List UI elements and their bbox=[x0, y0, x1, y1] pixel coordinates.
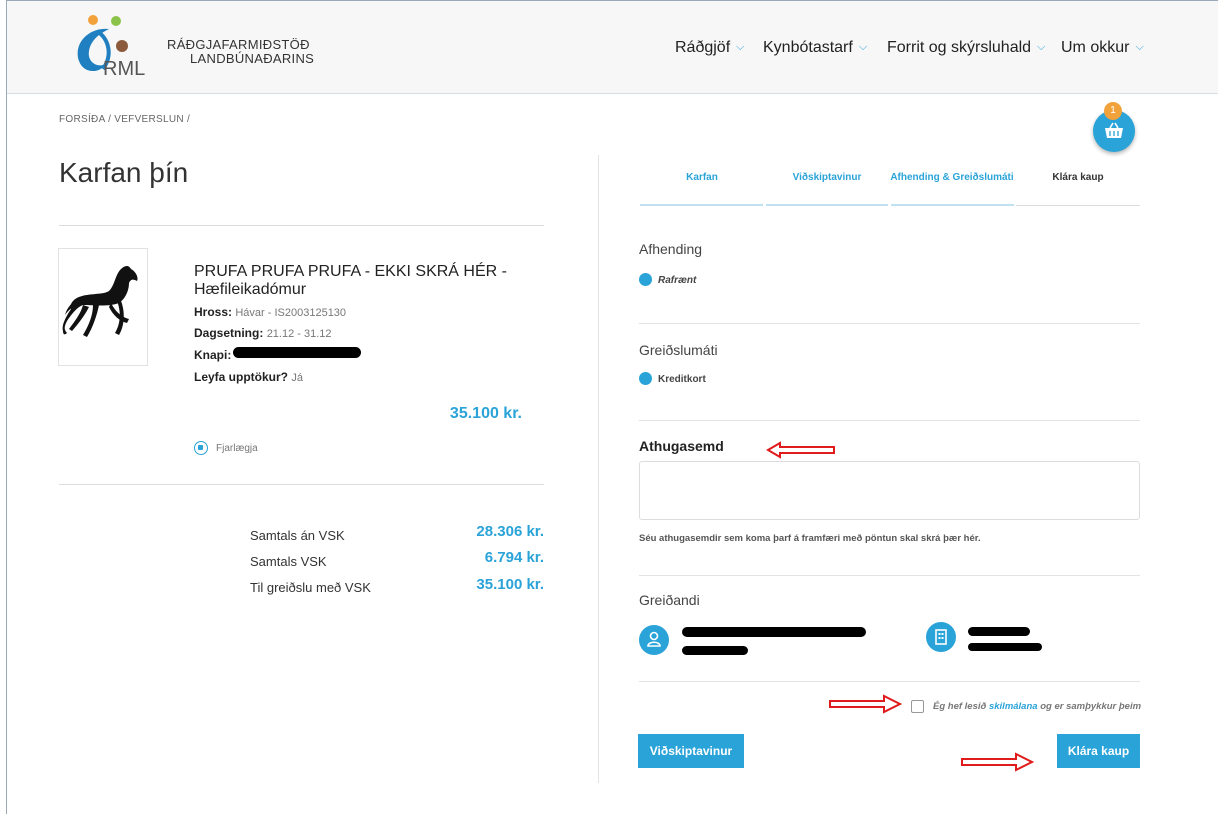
total-excl-vat-label: Samtals án VSK bbox=[250, 528, 345, 543]
step-tab-klara-kaup[interactable]: Klára kaup bbox=[1016, 172, 1140, 183]
building-icon bbox=[926, 622, 956, 652]
step-tab-karfan[interactable]: Karfan bbox=[640, 172, 764, 183]
note-textarea[interactable] bbox=[639, 461, 1140, 520]
terms-label: Ég hef lesið skilmálana og er samþykkur … bbox=[933, 701, 1142, 712]
payment-option-label: Kreditkort bbox=[658, 374, 706, 385]
divider bbox=[639, 420, 1140, 421]
vat-value: 6.794 kr. bbox=[484, 549, 544, 566]
chevron-down-icon: ⌵ bbox=[1037, 41, 1046, 53]
redacted-company-id bbox=[968, 643, 1042, 651]
chevron-down-icon: ⌵ bbox=[858, 41, 868, 53]
step-bar bbox=[640, 204, 763, 206]
logo-subtitle: LANDBÚNAÐARINS bbox=[190, 51, 315, 66]
vat-label: Samtals VSK bbox=[250, 554, 327, 569]
divider bbox=[639, 575, 1140, 576]
annotation-arrow-left-icon bbox=[766, 441, 835, 459]
divider bbox=[639, 323, 1140, 324]
nav-item-um-okkur[interactable]: Um okkur ⌵ bbox=[1061, 39, 1144, 57]
step-tab-vidskiptavinur[interactable]: Viðskiptavinur bbox=[766, 172, 888, 183]
step-bar bbox=[766, 204, 888, 206]
svg-text:RML: RML bbox=[103, 58, 145, 79]
breadcrumb[interactable]: FORSÍÐA / VEFVERSLUN / bbox=[59, 114, 190, 125]
redacted-rider-name bbox=[233, 347, 361, 358]
payment-radio[interactable] bbox=[639, 372, 652, 385]
note-title: Athugasemd bbox=[639, 438, 724, 454]
back-customer-button[interactable]: Viðskiptavinur bbox=[638, 734, 744, 768]
terms-link[interactable]: skilmálana bbox=[989, 701, 1038, 712]
chevron-down-icon: ⌵ bbox=[736, 41, 745, 53]
annotation-arrow-right-icon bbox=[961, 752, 1034, 772]
chevron-down-icon: ⌵ bbox=[1135, 41, 1144, 53]
divider bbox=[59, 484, 544, 485]
window-frame-left bbox=[6, 0, 7, 814]
delivery-title: Afhending bbox=[639, 241, 703, 257]
finish-purchase-button[interactable]: Klára kaup bbox=[1057, 734, 1140, 768]
page-title: Karfan þín bbox=[59, 157, 189, 188]
product-rider: Knapi: bbox=[194, 348, 232, 362]
step-bar bbox=[1016, 205, 1140, 206]
total-excl-vat-value: 28.306 kr. bbox=[476, 523, 544, 540]
redacted-payer-detail bbox=[682, 646, 748, 655]
product-title[interactable]: PRUFA PRUFA PRUFA - EKKI SKRÁ HÉR - Hæfi… bbox=[194, 263, 514, 299]
nav-item-kynbotastarf[interactable]: Kynbótastarf ⌵ bbox=[763, 39, 867, 57]
divider bbox=[59, 225, 544, 226]
person-icon bbox=[639, 625, 669, 655]
nav-item-radgjof[interactable]: Ráðgjöf ⌵ bbox=[675, 39, 745, 57]
product-date: Dagsetning: 21.12 - 31.12 bbox=[194, 326, 332, 340]
total-incl-vat-value: 35.100 kr. bbox=[476, 576, 544, 593]
delivery-radio[interactable] bbox=[639, 273, 652, 286]
product-horse: Hross: Hávar - IS2003125130 bbox=[194, 305, 347, 319]
logo-title: RÁÐGJAFARMIÐSTÖÐ bbox=[167, 37, 310, 52]
annotation-arrow-right-icon bbox=[829, 694, 902, 714]
product-price: 35.100 kr. bbox=[449, 405, 522, 422]
payment-title: Greiðslumáti bbox=[639, 342, 718, 358]
divider bbox=[639, 681, 1140, 682]
site-header: RML RÁÐGJAFARMIÐSTÖÐ LANDBÚNAÐARINS Ráðg… bbox=[7, 1, 1218, 94]
remove-item-link[interactable]: Fjarlægja bbox=[216, 443, 258, 454]
basket-icon bbox=[1105, 122, 1123, 138]
redacted-company-name bbox=[968, 627, 1030, 636]
trash-icon[interactable] bbox=[194, 441, 208, 455]
cart-count-badge: 1 bbox=[1104, 102, 1122, 120]
step-tab-afhending[interactable]: Afhending & Greiðslumáti bbox=[890, 172, 1014, 183]
delivery-option-label: Rafrænt bbox=[658, 275, 697, 286]
rml-logo[interactable]: RML bbox=[69, 11, 159, 80]
terms-checkbox[interactable] bbox=[911, 700, 924, 713]
product-recording: Leyfa upptökur? Já bbox=[194, 370, 303, 384]
note-hint: Séu athugasemdir sem koma þarf á framfær… bbox=[639, 533, 981, 544]
payer-title: Greiðandi bbox=[639, 592, 700, 608]
product-image bbox=[58, 248, 148, 366]
redacted-payer-name bbox=[682, 627, 866, 637]
horse-silhouette-icon bbox=[62, 266, 138, 337]
step-bar bbox=[891, 204, 1014, 206]
nav-item-forrit[interactable]: Forrit og skýrsluhald ⌵ bbox=[887, 39, 1045, 57]
total-incl-vat-label: Til greiðslu með VSK bbox=[250, 580, 371, 595]
column-divider bbox=[598, 155, 599, 783]
